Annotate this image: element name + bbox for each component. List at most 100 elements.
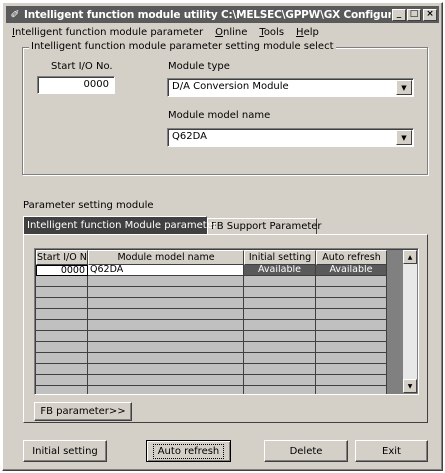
tab-intelligent-function-module-parameter[interactable]: Intelligent function Module parameter [23,216,217,234]
table-row[interactable] [36,276,403,287]
module-select-group: Intelligent function module parameter se… [22,41,428,175]
start-io-input[interactable]: 0000 [37,76,115,94]
table-cell[interactable] [316,375,387,386]
parameter-setting-module-label: Parameter setting module [23,200,154,211]
table-cell[interactable] [244,276,316,287]
menu-online[interactable]: Online [209,27,253,38]
table-cell[interactable] [88,298,244,309]
module-type-value: D/A Conversion Module [172,81,289,92]
model-name-select[interactable]: Q62DA ▼ [167,128,414,147]
table-cell[interactable] [36,287,88,298]
table-cell[interactable] [88,331,244,342]
table-cell[interactable] [244,386,316,394]
utility-window: ✐ Intelligent function module utility C:… [2,2,443,471]
table-row[interactable]: 0000 Q62DA Available Available [36,265,403,276]
fb-parameter-button[interactable]: FB parameter>> [34,402,132,421]
start-io-value: 0000 [83,79,109,90]
chevron-down-icon[interactable]: ▼ [396,80,412,95]
delete-button[interactable]: Delete [264,440,348,462]
menu-tools[interactable]: Tools [253,27,290,38]
menu-label: ntelligent function module parameter [14,27,204,38]
tab-fb-support-parameter[interactable]: FB Support Parameter [207,218,322,234]
menu-label: elp [303,27,319,38]
table-cell[interactable] [36,309,88,320]
table-row[interactable] [36,331,403,342]
column-header-module-model-name: Module model name [88,250,244,265]
table-row[interactable] [36,298,403,309]
menu-accelerator: H [296,27,304,38]
column-header-initial-setting: Initial setting [244,250,316,265]
table-row[interactable] [36,375,403,386]
table-cell[interactable] [88,287,244,298]
table-cell[interactable] [316,342,387,353]
table-cell[interactable] [88,276,244,287]
start-io-label: Start I/O No. [51,61,113,72]
maximize-button[interactable]: □ [407,8,421,21]
auto-refresh-button[interactable]: Auto refresh [146,440,231,462]
initial-setting-button[interactable]: Initial setting [23,440,107,462]
cell-module-model-name[interactable]: Q62DA [88,265,244,276]
table-cell[interactable] [88,364,244,375]
menu-label: nline [223,27,248,38]
title-bar[interactable]: ✐ Intelligent function module utility C:… [6,6,439,23]
table-cell[interactable] [316,309,387,320]
module-type-select[interactable]: D/A Conversion Module ▼ [167,78,414,97]
table-cell[interactable] [244,342,316,353]
table-cell[interactable] [244,298,316,309]
table-cell[interactable] [36,298,88,309]
table-cell[interactable] [244,309,316,320]
table-row[interactable] [36,320,403,331]
chevron-down-icon[interactable]: ▼ [396,130,412,145]
table-cell[interactable] [244,331,316,342]
table-cell[interactable] [316,364,387,375]
table-cell[interactable] [36,320,88,331]
table-cell[interactable] [36,276,88,287]
table-cell[interactable] [244,353,316,364]
auto-refresh-label: Auto refresh [152,443,225,459]
cell-auto-refresh[interactable]: Available [316,265,387,276]
menu-help[interactable]: Help [290,27,325,38]
table-cell[interactable] [244,364,316,375]
table-cell[interactable] [316,320,387,331]
table-row[interactable] [36,364,403,375]
table-cell[interactable] [88,353,244,364]
table-row[interactable] [36,287,403,298]
table-cell[interactable] [316,287,387,298]
table-row[interactable] [36,386,403,394]
table-cell[interactable] [88,309,244,320]
table-header: Start I/O No. Module model name Initial … [36,250,403,265]
table-row[interactable] [36,342,403,353]
table-cell[interactable] [316,386,387,394]
column-header-start-io: Start I/O No. [36,250,88,265]
table-cell[interactable] [36,353,88,364]
table-cell[interactable] [36,375,88,386]
minimize-button[interactable]: _ [392,8,406,21]
table-cell[interactable] [244,320,316,331]
table-cell[interactable] [244,375,316,386]
cell-initial-setting[interactable]: Available [244,265,316,276]
table-cell[interactable] [36,331,88,342]
cell-start-io[interactable]: 0000 [36,265,88,276]
table-row[interactable] [36,353,403,364]
table-cell[interactable] [316,276,387,287]
parameter-table[interactable]: Start I/O No. Module model name Initial … [34,248,419,395]
table-cell[interactable] [88,386,244,394]
vertical-scrollbar[interactable]: ▲ ▼ [403,250,417,393]
table-cell[interactable] [88,320,244,331]
scroll-up-icon[interactable]: ▲ [403,250,417,264]
table-cell[interactable] [36,342,88,353]
menu-intelligent-function-module-parameter[interactable]: Intelligent function module parameter [6,27,209,38]
close-button[interactable]: × [423,8,437,21]
table-cell[interactable] [244,287,316,298]
table-cell[interactable] [88,342,244,353]
table-cell[interactable] [316,353,387,364]
table-cell[interactable] [316,331,387,342]
table-cell[interactable] [36,386,88,394]
table-cell[interactable] [316,298,387,309]
module-type-label: Module type [168,61,230,72]
table-cell[interactable] [36,364,88,375]
table-cell[interactable] [88,375,244,386]
exit-button[interactable]: Exit [355,440,428,462]
scroll-down-icon[interactable]: ▼ [403,379,417,393]
table-row[interactable] [36,309,403,320]
